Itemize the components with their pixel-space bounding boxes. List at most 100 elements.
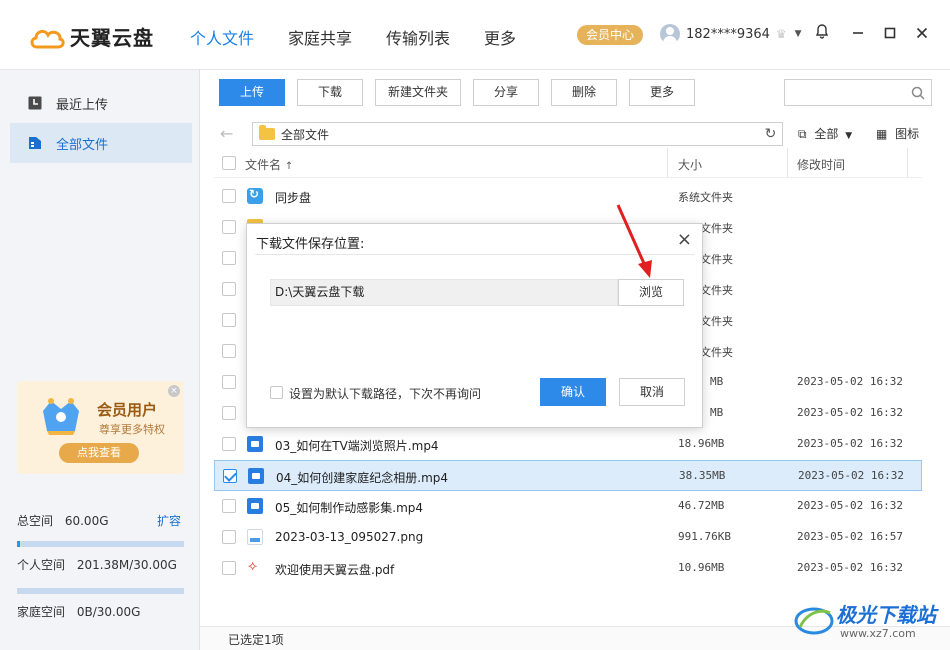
download-button[interactable]: 下载 xyxy=(297,79,363,106)
close-icon[interactable]: × xyxy=(168,385,180,397)
row-checkbox[interactable] xyxy=(222,220,236,234)
header-size[interactable]: 大小 xyxy=(678,156,702,173)
default-path-label[interactable]: 设置为默认下载路径，下次不再询问 xyxy=(289,385,481,402)
select-all-checkbox[interactable] xyxy=(222,156,236,170)
file-name[interactable]: 欢迎使用天翼云盘.pdf xyxy=(275,561,394,578)
family-space-bar xyxy=(17,588,184,594)
total-space-value: 60.00G xyxy=(64,514,109,528)
app-name: 天翼云盘 xyxy=(70,26,154,50)
file-name[interactable]: 2023-03-13_095027.png xyxy=(275,530,423,544)
row-checkbox[interactable] xyxy=(222,189,236,203)
minimize-button[interactable] xyxy=(846,22,870,46)
column-divider[interactable] xyxy=(667,148,668,178)
default-path-checkbox[interactable] xyxy=(270,386,283,399)
header-date[interactable]: 修改时间 xyxy=(797,156,845,173)
personal-space-label: 个人空间 xyxy=(17,558,66,572)
file-name[interactable]: 03_如何在TV端浏览照片.mp4 xyxy=(275,437,439,454)
search-icon[interactable] xyxy=(911,86,925,100)
close-icon[interactable]: × xyxy=(677,229,692,250)
table-row[interactable]: 03_如何在TV端浏览照片.mp4 18.96MB 2023-05-02 16:32 xyxy=(214,429,922,460)
title-bar: 天翼云盘 个人文件 家庭共享 传输列表 更多 会员中心 182****9364 … xyxy=(0,0,950,70)
table-row[interactable]: 2023-03-13_095027.png 991.76KB 2023-05-02 … xyxy=(214,522,922,553)
more-button[interactable]: 更多 xyxy=(629,79,695,106)
row-checkbox[interactable] xyxy=(222,561,236,575)
chevron-down-icon: ▼ xyxy=(845,131,853,141)
path-bar: ← 全部文件 ↻ ⧉ 全部 ▼ ▦ 图标 xyxy=(200,120,950,148)
browse-button[interactable]: 浏览 xyxy=(618,279,684,306)
sidebar-item-all-files[interactable]: 全部文件 xyxy=(10,123,192,163)
column-divider[interactable] xyxy=(907,148,908,178)
user-menu[interactable]: 182****9364 ♛ ▼ xyxy=(660,24,802,44)
dialog-title: 下载文件保存位置: xyxy=(256,237,365,252)
promo-title: 会员用户 xyxy=(97,401,158,419)
row-checkbox[interactable] xyxy=(222,344,236,358)
avatar xyxy=(660,24,680,44)
video-file-icon xyxy=(247,498,263,514)
nav-more[interactable]: 更多 xyxy=(484,25,516,49)
file-size: 文件夹 xyxy=(700,346,733,359)
file-size: 46.72MB xyxy=(678,499,725,512)
table-row[interactable]: 欢迎使用天翼云盘.pdf 10.96MB 2023-05-02 16:32 xyxy=(214,553,922,584)
save-path-field[interactable]: D:\天翼云盘下载 xyxy=(270,279,618,306)
vip-promo-banner[interactable]: × 会员用户 尊享更多特权 点我查看 xyxy=(17,381,184,474)
file-name[interactable]: 05_如何制作动感影集.mp4 xyxy=(275,499,423,516)
maximize-button[interactable] xyxy=(878,22,902,46)
refresh-icon[interactable]: ↻ xyxy=(759,122,783,146)
column-divider[interactable] xyxy=(787,148,788,178)
nav-family-share[interactable]: 家庭共享 xyxy=(288,25,352,49)
view-mode-toggle[interactable]: ▦ 图标 xyxy=(876,125,919,142)
promo-subtitle: 尊享更多特权 xyxy=(99,423,165,436)
new-folder-button[interactable]: 新建文件夹 xyxy=(375,79,461,106)
row-checkbox[interactable] xyxy=(222,282,236,296)
file-date: 2023-05-02 16:32 xyxy=(797,561,903,574)
file-name[interactable]: 04_如何创建家庭纪念相册.mp4 xyxy=(276,469,448,486)
clock-icon xyxy=(28,96,42,110)
personal-space-bar xyxy=(17,541,184,547)
watermark-text: 极光下载站 xyxy=(836,603,936,627)
nav-personal-files[interactable]: 个人文件 xyxy=(190,25,254,49)
row-checkbox[interactable] xyxy=(222,313,236,327)
expand-storage-link[interactable]: 扩容 xyxy=(157,512,181,529)
personal-space: 个人空间 201.38M/30.00G xyxy=(17,556,177,573)
close-window-button[interactable] xyxy=(910,22,934,46)
video-file-icon xyxy=(247,436,263,452)
app-logo: 天翼云盘 xyxy=(28,22,154,51)
row-checkbox[interactable] xyxy=(222,437,236,451)
row-checkbox[interactable] xyxy=(222,375,236,389)
toolbar: 上传 下载 新建文件夹 分享 删除 更多 xyxy=(200,70,950,120)
folder-icon xyxy=(259,125,275,140)
file-date: 2023-05-02 16:57 xyxy=(797,530,903,543)
share-button[interactable]: 分享 xyxy=(473,79,539,106)
file-size: 18.96MB xyxy=(678,437,725,450)
row-checkbox[interactable] xyxy=(222,406,236,420)
row-checkbox[interactable] xyxy=(223,469,237,483)
promo-view-button[interactable]: 点我查看 xyxy=(59,443,139,463)
list-header: 文件名 ↑ 大小 修改时间 xyxy=(214,148,922,178)
main-nav: 个人文件 家庭共享 传输列表 更多 xyxy=(190,25,550,49)
upload-button[interactable]: 上传 xyxy=(219,79,285,106)
row-checkbox[interactable] xyxy=(222,251,236,265)
confirm-button[interactable]: 确认 xyxy=(540,378,606,406)
nav-transfer-list[interactable]: 传输列表 xyxy=(386,25,450,49)
breadcrumb[interactable]: 全部文件 xyxy=(252,122,782,146)
watermark-logo-icon xyxy=(794,607,834,635)
bell-icon[interactable] xyxy=(810,22,834,46)
back-arrow-icon[interactable]: ← xyxy=(220,124,233,143)
sidebar-item-recent-uploads[interactable]: 最近上传 xyxy=(10,83,192,123)
row-checkbox[interactable] xyxy=(222,499,236,513)
search-input[interactable] xyxy=(784,79,932,106)
grid-icon: ▦ xyxy=(876,127,888,141)
filter-dropdown[interactable]: ⧉ 全部 ▼ xyxy=(798,125,852,142)
image-file-icon xyxy=(247,529,263,545)
delete-button[interactable]: 删除 xyxy=(551,79,617,106)
user-name: 182****9364 xyxy=(686,26,770,42)
table-row[interactable]: 05_如何制作动感影集.mp4 46.72MB 2023-05-02 16:32 xyxy=(214,491,922,522)
divider xyxy=(255,254,694,255)
header-name[interactable]: 文件名 ↑ xyxy=(245,156,293,173)
vip-center-button[interactable]: 会员中心 xyxy=(577,25,643,45)
table-row[interactable]: 同步盘 系统文件夹 xyxy=(214,181,922,212)
cancel-button[interactable]: 取消 xyxy=(619,378,685,406)
file-name[interactable]: 同步盘 xyxy=(275,189,311,206)
row-checkbox[interactable] xyxy=(222,530,236,544)
table-row[interactable]: 04_如何创建家庭纪念相册.mp4 38.35MB 2023-05-02 16:32 xyxy=(214,460,922,491)
